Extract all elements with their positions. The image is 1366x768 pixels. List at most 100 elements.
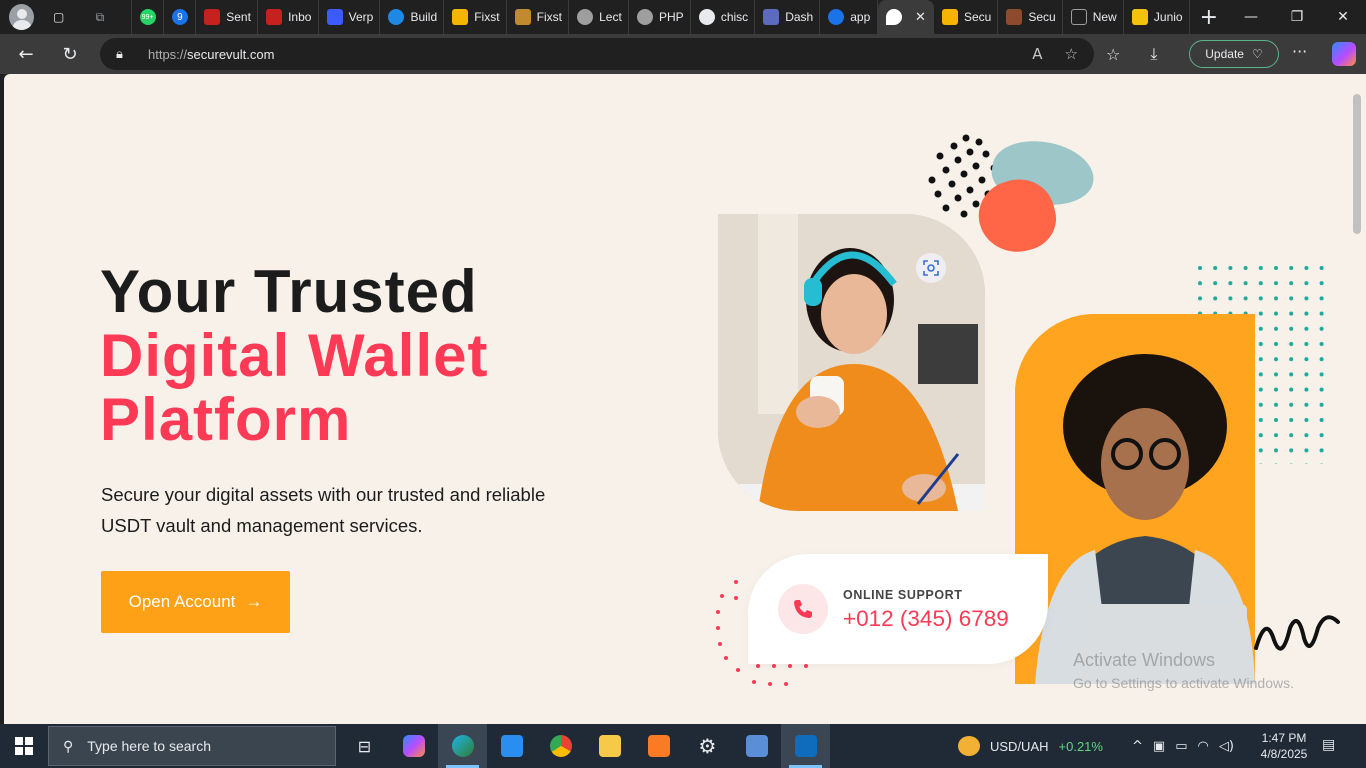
taskbar-clock[interactable]: 1:47 PM 4/8/2025 [1254,730,1314,762]
tab-8[interactable]: chisc [691,0,756,34]
xampp-icon [647,735,670,757]
windows-taskbar: ⚲ Type here to search ⊟ ⚙ USD/UAH +0.21%… [0,724,1366,768]
xampp-app[interactable] [634,724,683,768]
tab-label: Inbo [288,10,312,24]
tab-actions-icon[interactable]: ⧉ [91,8,108,26]
task-view-button[interactable]: ⊟ [340,724,389,768]
edge-icon [451,735,474,757]
refresh-icon[interactable]: ↻ [50,38,90,70]
copilot-icon[interactable] [1332,42,1356,66]
visual-search-icon[interactable] [916,253,946,283]
favorite-star-icon[interactable]: ☆ [1065,45,1078,63]
tab-7[interactable]: PHP [629,0,691,34]
folder-icon [598,735,621,757]
update-button[interactable]: Update ♡ [1189,40,1279,68]
gmail-icon [266,9,283,25]
battery-icon[interactable]: ▭ [1175,739,1187,754]
woman-headphones-photo [718,214,985,511]
tab-14[interactable]: Junio [1124,0,1190,34]
tab-12[interactable]: Secu [998,0,1063,34]
meet-now-icon[interactable]: ▣ [1153,739,1165,754]
taskbar-apps: ⊟ ⚙ [340,724,830,768]
address-bar-row: ← ↻ 🔒︎ https://securevult.com A ☆ ☆ ⤓ Up… [0,34,1366,74]
remote-desktop-app[interactable] [732,724,781,768]
taskbar-search-box[interactable]: ⚲ Type here to search [48,726,336,766]
badge-icon: 9 [171,9,188,25]
chrome-app[interactable] [536,724,585,768]
support-phone-number[interactable]: +012 (345) 6789 [843,606,1009,632]
copilot-app[interactable] [389,724,438,768]
phone-icon[interactable] [778,584,828,634]
more-menu-icon[interactable]: ··· [1292,42,1307,61]
tab-6[interactable]: Lect [569,0,630,34]
system-tray: ^ ▣ ▭ ◠ ◁) [1132,724,1234,768]
currency-widget[interactable]: USD/UAH +0.21% [958,724,1103,768]
tab-active[interactable]: ✕ [877,0,934,34]
open-account-button[interactable]: Open Account → [101,571,290,633]
tab-label: New [1092,10,1117,24]
whatsapp-icon: 99+ [139,9,156,25]
back-icon[interactable]: ← [6,38,46,70]
url-text: https://securevult.com [148,47,274,62]
hero-title-line2: Digital Wallet [100,322,489,389]
fixst-icon [514,9,531,25]
workspaces-icon[interactable]: ▢ [50,8,67,26]
notifications-icon[interactable]: ▤ [1322,737,1335,753]
chevron-up-icon[interactable]: ^ [1132,739,1143,754]
outlook-app[interactable] [781,724,830,768]
tab-label: app [850,10,871,24]
wifi-icon[interactable]: ◠ [1198,739,1209,754]
github-icon [698,9,715,25]
tab-3[interactable]: Build [380,0,445,34]
start-button[interactable] [0,724,48,768]
tab-0[interactable]: Sent [196,0,259,34]
watermark-subtitle: Go to Settings to activate Windows. [1073,675,1294,691]
tab-label: Build [410,10,438,24]
minimize-icon[interactable]: — [1228,0,1274,34]
scan-icon [923,260,939,276]
tab-label: Secu [1028,10,1056,24]
url-field[interactable]: 🔒︎ https://securevult.com A ☆ [100,38,1094,70]
currency-pair: USD/UAH [990,738,1049,754]
clock-date: 4/8/2025 [1260,747,1308,761]
scrollbar-thumb[interactable] [1353,94,1361,234]
tab-11[interactable]: Secu [934,0,999,34]
tab-10[interactable]: app [820,0,878,34]
coins-icon [958,736,980,756]
tab-2[interactable]: Verp [319,0,381,34]
hero-subtitle-line2: USDT vault and management services. [101,515,423,536]
settings-app[interactable]: ⚙ [683,724,732,768]
new-tab-button[interactable]: + [1190,5,1228,30]
close-tab-icon[interactable]: ✕ [915,9,926,25]
clock-time: 1:47 PM [1261,731,1307,745]
browser-tools: ☆ ⤓ [1106,34,1157,74]
file-explorer-app[interactable] [585,724,634,768]
hero-title: Your Trusted Digital Wallet Platform [100,260,488,452]
tab-5[interactable]: Fixst [507,0,570,34]
lock-icon[interactable]: 🔒︎ [116,47,136,62]
favorites-icon[interactable]: ☆ [1106,45,1120,64]
tab-badge[interactable]: 9 [164,0,197,34]
tab-label: Secu [963,10,992,24]
vscode-app[interactable] [487,724,536,768]
tab-1[interactable]: Inbo [258,0,319,34]
arrow-right-icon: → [245,592,263,611]
downloads-icon[interactable]: ⤓ [1150,44,1157,64]
restore-icon[interactable]: ❐ [1274,0,1320,34]
search-icon: ⚲ [63,737,74,754]
volume-icon[interactable]: ◁) [1219,739,1234,754]
hero-subtitle-line1: Secure your digital assets with our trus… [101,484,546,505]
edge-app[interactable] [438,724,487,768]
tab-9[interactable]: Dash [755,0,821,34]
search-placeholder: Type here to search [87,738,212,754]
read-aloud-icon[interactable]: A [1032,45,1042,63]
chrome-icon [549,735,572,757]
gmail-icon [204,9,221,25]
close-window-icon[interactable]: ✕ [1320,0,1366,34]
tab-4[interactable]: Fixst [444,0,507,34]
tab-13[interactable]: New [1063,0,1124,34]
browser-tab-strip: ▢ ⧉ 99+ 9 Sent Inbo Verp Build Fixst Fix… [0,0,1366,34]
profile-avatar[interactable] [9,4,34,30]
page-scrollbar[interactable] [1350,74,1366,724]
tab-whatsapp[interactable]: 99+ [130,0,164,34]
